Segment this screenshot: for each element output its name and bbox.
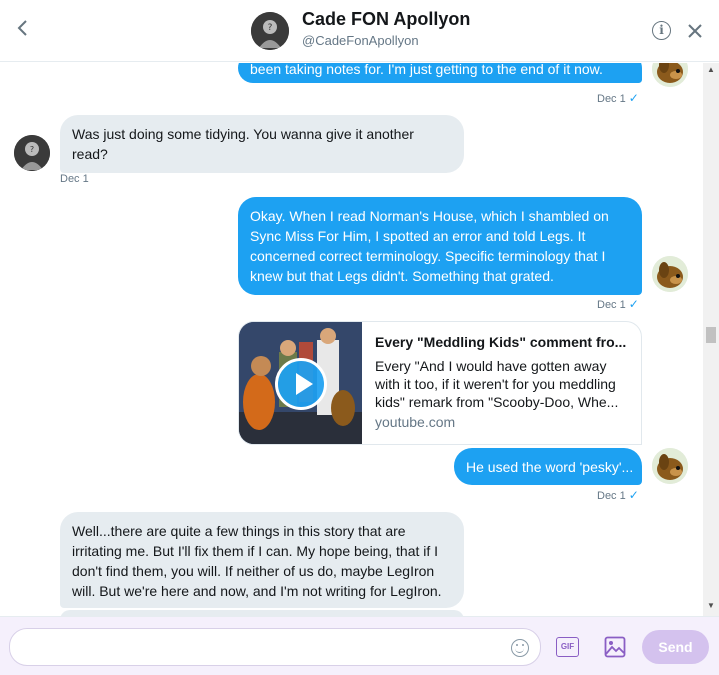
read-check-icon: ✓ <box>628 297 639 311</box>
info-button[interactable]: i <box>652 21 671 40</box>
chevron-left-icon <box>17 20 27 36</box>
scroll-up-arrow-icon[interactable]: ▲ <box>703 65 719 75</box>
link-card-description: Every "And I would have gotten away with… <box>375 358 619 410</box>
read-check-icon: ✓ <box>628 91 639 105</box>
emoji-icon[interactable] <box>511 639 529 657</box>
message-input[interactable] <box>9 628 541 666</box>
video-thumbnail[interactable] <box>239 322 362 444</box>
send-button[interactable]: Send <box>642 630 709 664</box>
sender-avatar-me[interactable] <box>652 256 688 292</box>
message-text: been taking notes for. I'm just getting … <box>250 63 603 77</box>
image-icon <box>604 636 626 658</box>
message-text: Was just doing some tidying. You wanna g… <box>72 126 414 162</box>
message-bubble-received[interactable]: Was just doing some tidying. You wanna g… <box>60 115 464 173</box>
message-text: He used the word 'pesky'... <box>466 459 634 475</box>
sender-avatar-me[interactable] <box>652 63 688 87</box>
message-list[interactable]: been taking notes for. I'm just getting … <box>0 63 703 616</box>
message-text: Well...there are quite a few things in t… <box>72 523 442 599</box>
sender-avatar-me[interactable] <box>652 448 688 484</box>
conversation-avatar[interactable]: ? <box>251 12 289 50</box>
link-preview-card[interactable]: Every "Meddling Kids" comment fro... Eve… <box>238 321 642 445</box>
svg-text:?: ? <box>30 145 34 154</box>
message-bubble-received[interactable]: Well...there are quite a few things in t… <box>60 512 464 608</box>
message-timestamp: Dec 1 <box>60 173 89 185</box>
scrollbar-thumb[interactable] <box>706 327 716 343</box>
message-bubble-sent[interactable]: Okay. When I read Norman's House, which … <box>238 197 642 295</box>
message-composer: GIF Send <box>0 616 719 675</box>
message-scrollbar[interactable]: ▲ ▼ <box>703 63 719 616</box>
svg-text:?: ? <box>268 23 273 33</box>
sender-avatar-them[interactable]: ? <box>14 135 50 171</box>
close-icon <box>688 24 702 38</box>
image-button[interactable] <box>604 636 626 658</box>
info-icon: i <box>659 23 664 37</box>
message-timestamp: Dec 1 ✓ <box>597 488 639 502</box>
back-button[interactable] <box>12 17 34 41</box>
message-bubble-sent[interactable]: been taking notes for. I'm just getting … <box>238 63 642 83</box>
message-text: Okay. When I read Norman's House, which … <box>250 208 609 284</box>
conversation-handle[interactable]: @CadeFonApollyon <box>302 33 419 48</box>
message-timestamp: Dec 1 ✓ <box>597 297 639 311</box>
message-timestamp: Dec 1 ✓ <box>597 91 639 105</box>
scroll-down-arrow-icon[interactable]: ▼ <box>703 601 719 611</box>
conversation-header: ? Cade FON Apollyon @CadeFonApollyon i <box>0 0 719 62</box>
link-card-domain: youtube.com <box>375 414 456 430</box>
conversation-name[interactable]: Cade FON Apollyon <box>302 9 470 30</box>
message-bubble-sent[interactable]: He used the word 'pesky'... <box>454 448 642 485</box>
play-icon[interactable] <box>275 358 327 410</box>
link-card-title: Every "Meddling Kids" comment fro... <box>375 334 627 350</box>
close-button[interactable] <box>684 20 706 42</box>
gif-button[interactable]: GIF <box>556 637 579 657</box>
read-check-icon: ✓ <box>628 488 639 502</box>
